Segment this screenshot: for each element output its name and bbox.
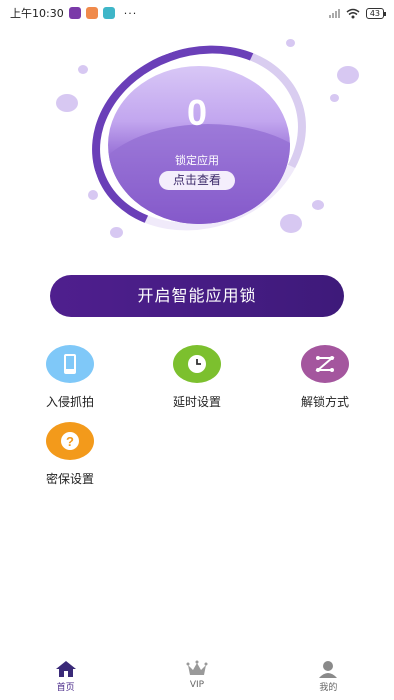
wifi-icon <box>346 8 360 18</box>
view-locked-apps-button[interactable]: 点击查看 <box>159 171 235 190</box>
battery-icon: 43 <box>365 7 387 19</box>
user-icon <box>319 661 338 678</box>
status-time: 上午10:30 <box>10 7 64 20</box>
app-notification-icon <box>85 7 98 19</box>
feature-label: 入侵抓拍 <box>45 395 94 409</box>
clock-icon <box>173 345 221 383</box>
decor-bubble <box>312 200 324 210</box>
decor-bubble <box>286 39 295 47</box>
crown-icon <box>186 660 208 675</box>
nav-label: VIP <box>189 680 205 690</box>
home-icon <box>55 661 76 677</box>
nav-profile[interactable]: 我的 <box>263 660 394 700</box>
locked-app-count: 0 <box>186 92 208 133</box>
feature-intruder-capture[interactable]: 入侵抓拍 <box>25 345 115 410</box>
phone-icon <box>46 345 94 383</box>
nav-vip[interactable]: VIP <box>131 660 262 700</box>
feature-delay-settings[interactable]: 延时设置 <box>152 345 242 410</box>
status-bar: 上午10:30 ··· 43 <box>0 0 394 26</box>
signal-icon <box>328 8 340 18</box>
decor-bubble <box>110 227 123 238</box>
more-notifications-icon: ··· <box>123 6 138 20</box>
feature-security-question[interactable]: ? 密保设置 <box>25 422 115 487</box>
lock-summary: 0 锁定应用 点击查看 <box>0 16 394 260</box>
decor-bubble <box>78 65 88 74</box>
nav-label: 首页 <box>56 683 75 693</box>
decor-bubble <box>337 66 359 84</box>
svg-text:?: ? <box>66 434 74 449</box>
feature-label: 延时设置 <box>172 395 221 409</box>
pattern-icon <box>301 345 349 383</box>
question-icon: ? <box>46 422 94 460</box>
nav-home[interactable]: 首页 <box>0 660 131 700</box>
nav-label: 我的 <box>319 683 338 693</box>
feature-label: 解锁方式 <box>300 395 349 409</box>
app-notification-icon <box>68 7 81 19</box>
feature-unlock-method[interactable]: 解锁方式 <box>280 345 370 410</box>
counter-disc <box>108 66 290 224</box>
app-notification-icon <box>102 7 115 19</box>
feature-label: 密保设置 <box>45 472 94 486</box>
enable-app-lock-button[interactable]: 开启智能应用锁 <box>50 275 344 317</box>
bottom-nav: 首页 VIP 我的 <box>0 660 394 700</box>
locked-app-label: 锁定应用 <box>175 154 219 167</box>
decor-bubble <box>88 190 98 200</box>
